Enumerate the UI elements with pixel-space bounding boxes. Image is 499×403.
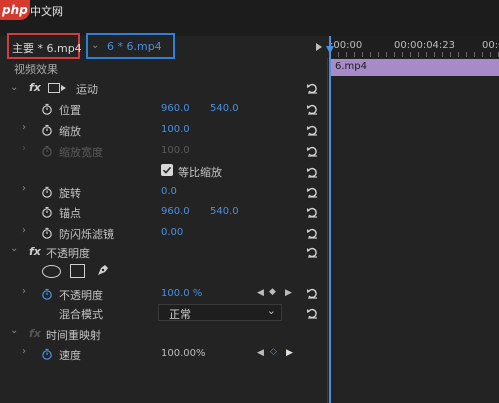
timeline-ticks bbox=[330, 52, 499, 57]
clip-bar-label: 6.mp4 bbox=[335, 61, 367, 72]
stopwatch-icon[interactable] bbox=[41, 186, 53, 198]
opacity-value[interactable]: 100.0 % bbox=[161, 288, 202, 299]
anchor-x-value[interactable]: 960.0 bbox=[161, 206, 190, 217]
play-icon[interactable] bbox=[316, 43, 322, 51]
stopwatch-icon[interactable] bbox=[41, 103, 53, 115]
timeline-end-time: 00:0 bbox=[482, 40, 499, 51]
antiflicker-label: 防闪烁滤镜 bbox=[59, 228, 114, 241]
next-keyframe-icon[interactable]: ▶ bbox=[286, 348, 293, 358]
pen-mask-icon[interactable] bbox=[96, 263, 110, 277]
rotation-label: 旋转 bbox=[59, 187, 81, 200]
chevron-right-icon[interactable]: › bbox=[22, 346, 30, 357]
chevron-right-icon[interactable]: › bbox=[22, 286, 30, 297]
reset-icon[interactable] bbox=[306, 227, 318, 239]
opacity-fx-title: 不透明度 bbox=[46, 247, 90, 260]
clip-bar[interactable]: 6.mp4 bbox=[331, 59, 499, 76]
speed-value[interactable]: 100.00% bbox=[161, 348, 206, 359]
opacity-expand-icon[interactable]: ⌄ bbox=[10, 243, 18, 254]
time-remap-expand-icon[interactable]: ⌄ bbox=[10, 325, 18, 336]
position-y-value[interactable]: 540.0 bbox=[210, 103, 239, 114]
stopwatch-icon[interactable] bbox=[41, 227, 53, 239]
scale-label: 缩放 bbox=[59, 125, 81, 138]
timeline-mid-time: 00:00:04:23 bbox=[394, 40, 456, 51]
checkmark-icon bbox=[162, 166, 172, 174]
position-label: 位置 bbox=[59, 104, 81, 117]
panel-header bbox=[0, 0, 499, 36]
reset-icon[interactable] bbox=[306, 206, 318, 218]
motion-expand-icon[interactable]: ⌄ bbox=[10, 82, 18, 93]
playhead-handle[interactable] bbox=[326, 46, 334, 54]
uniform-scale-label: 等比缩放 bbox=[178, 166, 222, 179]
blend-mode-value: 正常 bbox=[169, 308, 191, 321]
panel-divider bbox=[327, 58, 328, 403]
fx-icon: fx bbox=[29, 327, 41, 340]
logo-text: php bbox=[2, 3, 28, 17]
reset-icon[interactable] bbox=[306, 246, 318, 258]
opacity-label: 不透明度 bbox=[59, 289, 103, 302]
reset-icon[interactable] bbox=[306, 287, 318, 299]
chevron-right-icon: › bbox=[22, 143, 26, 154]
scale-value[interactable]: 100.0 bbox=[161, 124, 190, 135]
tab-master[interactable]: 主要 * 6.mp4 bbox=[7, 33, 82, 59]
reset-icon[interactable] bbox=[306, 124, 318, 136]
section-video-effects: 视频效果 bbox=[14, 63, 58, 76]
tab-master-label: 主要 * 6.mp4 bbox=[12, 42, 82, 55]
reset-icon[interactable] bbox=[306, 186, 318, 198]
speed-label: 速度 bbox=[59, 349, 81, 362]
chevron-right-icon[interactable]: › bbox=[22, 122, 30, 133]
time-remap-title: 时间重映射 bbox=[46, 329, 101, 342]
add-keyframe-icon[interactable]: ◇ bbox=[270, 347, 277, 357]
reset-icon[interactable] bbox=[306, 307, 318, 319]
fx-icon: fx bbox=[29, 245, 41, 258]
motion-title: 运动 bbox=[76, 83, 98, 96]
tab-clip-label: 6 * 6.mp4 bbox=[107, 40, 162, 53]
blend-mode-select[interactable]: 正常 ⌄ bbox=[158, 304, 282, 321]
reset-icon[interactable] bbox=[306, 103, 318, 115]
reset-icon[interactable] bbox=[306, 82, 318, 94]
play-small-icon bbox=[61, 85, 66, 91]
chevron-right-icon[interactable]: › bbox=[22, 183, 30, 194]
ellipse-mask-icon[interactable] bbox=[42, 265, 61, 278]
stopwatch-icon[interactable] bbox=[41, 124, 53, 136]
uniform-scale-checkbox[interactable] bbox=[161, 164, 173, 176]
antiflicker-value[interactable]: 0.00 bbox=[161, 227, 183, 238]
logo-suffix: 中文网 bbox=[30, 5, 63, 18]
stopwatch-icon bbox=[41, 145, 53, 157]
stopwatch-icon[interactable] bbox=[41, 348, 53, 360]
add-keyframe-icon[interactable]: ◆ bbox=[269, 287, 276, 297]
tab-clip[interactable]: ⌄ 6 * 6.mp4 bbox=[86, 33, 175, 59]
timeline-start-time: :00:00 bbox=[330, 40, 363, 51]
rotation-value[interactable]: 0.0 bbox=[161, 186, 177, 197]
anchor-y-value[interactable]: 540.0 bbox=[210, 206, 239, 217]
reset-icon[interactable] bbox=[306, 166, 318, 178]
rectangle-mask-icon[interactable] bbox=[70, 264, 85, 278]
fx-icon: fx bbox=[29, 81, 41, 94]
prev-keyframe-icon[interactable]: ◀ bbox=[257, 288, 264, 298]
blend-mode-label: 混合模式 bbox=[59, 308, 103, 321]
chevron-down-icon[interactable]: ⌄ bbox=[91, 40, 99, 51]
chevron-down-icon: ⌄ bbox=[266, 304, 276, 317]
prev-keyframe-icon[interactable]: ◀ bbox=[257, 348, 264, 358]
playhead[interactable] bbox=[329, 36, 331, 403]
stopwatch-icon[interactable] bbox=[41, 288, 53, 300]
scale-width-label: 缩放宽度 bbox=[59, 146, 103, 159]
chevron-right-icon[interactable]: › bbox=[22, 225, 30, 236]
stopwatch-icon[interactable] bbox=[41, 206, 53, 218]
position-x-value[interactable]: 960.0 bbox=[161, 103, 190, 114]
motion-transform-icon[interactable] bbox=[48, 83, 60, 93]
scale-width-value: 100.0 bbox=[161, 145, 190, 156]
next-keyframe-icon[interactable]: ▶ bbox=[285, 288, 292, 298]
anchor-label: 锚点 bbox=[59, 207, 81, 220]
reset-icon[interactable] bbox=[306, 145, 318, 157]
php-logo: php bbox=[0, 0, 30, 20]
